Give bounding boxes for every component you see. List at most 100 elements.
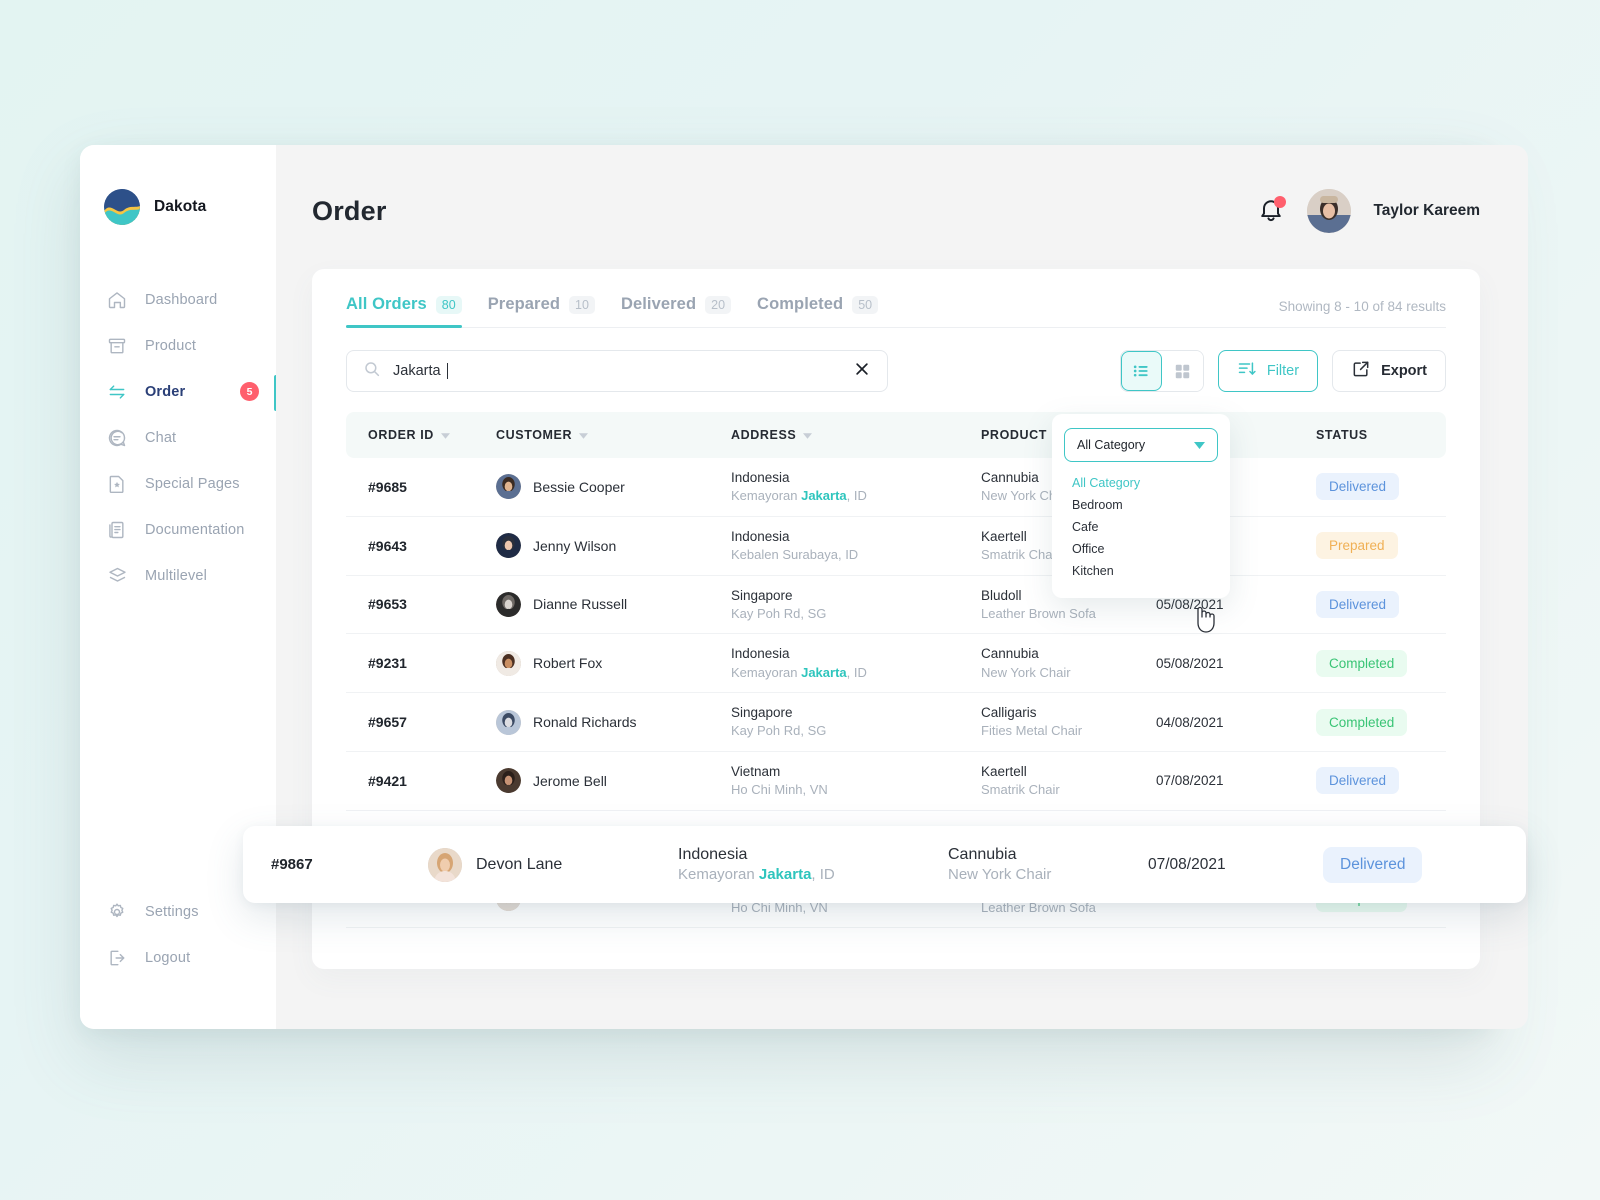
user-name: Taylor Kareem: [1373, 202, 1480, 219]
document-icon: [106, 519, 128, 541]
category-option-office[interactable]: Office: [1064, 538, 1218, 560]
address-country: Vietnam: [731, 764, 781, 779]
sidebar-item-label: Logout: [145, 950, 191, 966]
address-country: Indonesia: [678, 845, 748, 863]
brand-name: Dakota: [154, 198, 207, 215]
sidebar-item-product[interactable]: Product: [80, 323, 276, 369]
customer-name: Bessie Cooper: [533, 478, 625, 495]
chat-bubble-icon: [106, 427, 128, 449]
order-date: 07/08/2021: [1156, 773, 1224, 789]
dakota-logo-icon: [104, 189, 140, 225]
column-label: CUSTOMER: [496, 428, 573, 442]
product-cell: Kaertell Smatrik Chair: [981, 763, 1156, 799]
category-option-kitchen[interactable]: Kitchen: [1064, 560, 1218, 582]
search-input[interactable]: Jakarta: [346, 350, 888, 392]
brand[interactable]: Dakota: [80, 175, 276, 225]
address-detail: Kay Poh Rd, SG: [731, 605, 827, 621]
avatar: [428, 847, 462, 882]
table-row[interactable]: #9421 Jerome Bell Vietnam Ho Chi Minh, V…: [346, 752, 1446, 811]
tab-count: 50: [852, 295, 879, 314]
filter-button[interactable]: Filter: [1217, 350, 1319, 392]
status-badge: Delivered: [1316, 590, 1400, 618]
tab-prepared[interactable]: Prepared 10: [488, 295, 595, 327]
avatar[interactable]: [1307, 189, 1352, 233]
view-toggle: [1119, 350, 1204, 392]
category-option-all[interactable]: All Category: [1064, 472, 1218, 494]
customer-name: Ronald Richards: [533, 714, 637, 731]
sort-caret-icon[interactable]: [803, 428, 813, 442]
bell-icon[interactable]: [1257, 196, 1287, 226]
sidebar-item-logout[interactable]: Logout: [80, 935, 276, 981]
customer-cell: Robert Fox: [496, 650, 731, 676]
order-id: #9421: [368, 772, 407, 789]
sidebar-item-label: Multilevel: [145, 568, 207, 584]
avatar: [496, 591, 521, 617]
status-badge: Completed: [1316, 708, 1408, 736]
dragged-order-row[interactable]: #9867 Devon Lane Indonesia Kemayoran Jak…: [243, 826, 1526, 903]
customer-cell: Jerome Bell: [496, 768, 731, 794]
column-header-address[interactable]: ADDRESS: [731, 428, 981, 442]
product-variant: Leather Brown Sofa: [981, 605, 1096, 621]
customer-cell: Ronald Richards: [496, 709, 731, 735]
sort-caret-icon[interactable]: [440, 428, 450, 442]
category-option-cafe[interactable]: Cafe: [1064, 516, 1218, 538]
status-badge: Completed: [1316, 649, 1408, 677]
address-country: Singapore: [731, 587, 793, 603]
table-header-row: ORDER ID CUSTOMER ADDRESS PRODUCT STATUS: [346, 412, 1446, 458]
tab-delivered[interactable]: Delivered 20: [621, 295, 732, 327]
status-badge-cell: Completed: [1316, 649, 1446, 677]
sidebar-item-label: Documentation: [145, 522, 245, 538]
avatar: [496, 768, 521, 794]
product-cell: Calligaris Fities Metal Chair: [981, 704, 1156, 740]
home-icon: [106, 289, 128, 311]
address-cell: Singapore Kay Poh Rd, SG: [731, 587, 981, 623]
tab-completed[interactable]: Completed 50: [757, 295, 879, 327]
category-options-list: All Category Bedroom Cafe Office Kitchen: [1052, 472, 1230, 582]
search-value: Jakarta: [393, 363, 441, 379]
product-cell: Cannubia New York Chair: [981, 645, 1156, 681]
tab-all-orders[interactable]: All Orders 80: [346, 295, 462, 328]
box-icon: [106, 335, 128, 357]
tabs-row: All Orders 80 Prepared 10 Delivered 20 C…: [346, 295, 1446, 328]
address-country: Singapore: [731, 705, 793, 721]
table-row[interactable]: #9657 Ronald Richards Singapore Kay Poh …: [346, 693, 1446, 752]
transfer-arrows-icon: [106, 381, 128, 403]
column-header-status[interactable]: STATUS: [1316, 428, 1446, 442]
sidebar-item-dashboard[interactable]: Dashboard: [80, 277, 276, 323]
order-id: #9653: [368, 596, 407, 613]
column-header-customer[interactable]: CUSTOMER: [496, 428, 731, 442]
close-icon[interactable]: [853, 360, 871, 383]
category-selected-value: All Category: [1077, 438, 1146, 452]
order-id: #9643: [368, 537, 407, 554]
status-badge: Delivered: [1316, 473, 1400, 501]
column-label: PRODUCT: [981, 428, 1048, 442]
address-detail: Kebalen Surabaya, ID: [731, 547, 859, 563]
sort-caret-icon[interactable]: [579, 428, 589, 442]
sidebar-item-documentation[interactable]: Documentation: [80, 507, 276, 553]
export-button[interactable]: Export: [1332, 350, 1446, 392]
list-view-icon[interactable]: [1120, 351, 1162, 391]
sidebar-item-special-pages[interactable]: Special Pages: [80, 461, 276, 507]
table-row[interactable]: #9685 Bessie Cooper Indonesia Kemayoran …: [346, 458, 1446, 517]
avatar: [496, 474, 521, 500]
tab-count: 80: [435, 295, 462, 314]
sidebar-item-order[interactable]: Order 5: [80, 369, 278, 415]
order-date: 04/08/2021: [1156, 714, 1224, 730]
status-badge-cell: Delivered: [1316, 473, 1446, 501]
table-row[interactable]: #9653 Dianne Russell Singapore Kay Poh R…: [346, 576, 1446, 635]
grid-view-icon[interactable]: [1161, 351, 1203, 391]
mouse-cursor-icon: [1192, 604, 1218, 639]
sidebar-item-chat[interactable]: Chat: [80, 415, 276, 461]
top-bar-right: Taylor Kareem: [1257, 189, 1480, 233]
table-row[interactable]: #9643 Jenny Wilson Indonesia Kebalen Sur…: [346, 517, 1446, 576]
column-label: STATUS: [1316, 428, 1368, 442]
category-option-bedroom[interactable]: Bedroom: [1064, 494, 1218, 516]
avatar: [496, 709, 521, 735]
sidebar-item-multilevel[interactable]: Multilevel: [80, 553, 276, 599]
star-page-icon: [106, 473, 128, 495]
column-header-order-id[interactable]: ORDER ID: [346, 428, 496, 442]
customer-cell: Devon Lane: [428, 847, 678, 882]
table-row[interactable]: #9231 Robert Fox Indonesia Kemayoran Jak…: [346, 634, 1446, 694]
category-select[interactable]: All Category: [1064, 428, 1218, 462]
customer-cell: Bessie Cooper: [496, 474, 731, 500]
